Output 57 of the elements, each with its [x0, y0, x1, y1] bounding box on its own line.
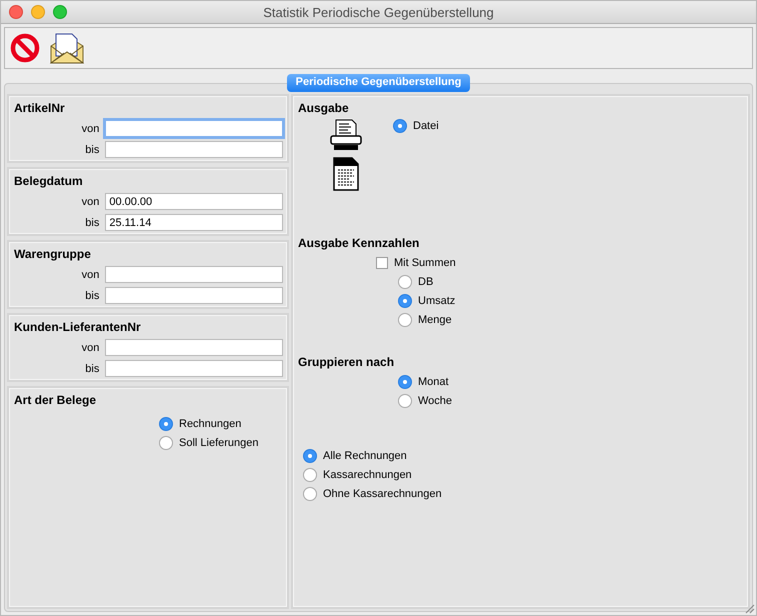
prohibited-icon[interactable]	[10, 33, 40, 63]
option-label: Soll Lieferungen	[179, 436, 259, 448]
window-title: Statistik Periodische Gegenüberstellung	[263, 4, 494, 20]
option-label: Rechnungen	[179, 418, 242, 430]
input-field[interactable]	[105, 120, 283, 137]
group-title: ArtikelNr	[14, 100, 66, 117]
section-title: Ausgabe	[298, 100, 350, 117]
field-label: von	[80, 268, 100, 280]
field-label: von	[80, 342, 100, 354]
section-title: Ausgabe Kennzahlen	[298, 235, 420, 252]
group-title: Art der Belege	[14, 392, 98, 409]
option-label: Kassarechnungen	[323, 468, 412, 480]
printer-icon[interactable]	[330, 119, 362, 151]
input-field[interactable]	[105, 141, 283, 158]
zoom-icon[interactable]	[53, 5, 67, 19]
group-title: Warengruppe	[14, 246, 92, 263]
resize-grip-icon[interactable]	[743, 602, 755, 614]
document-icon[interactable]	[332, 157, 358, 191]
input-field[interactable]: 00.00.00	[105, 193, 283, 210]
option-label: Menge	[418, 314, 452, 326]
field-label: bis	[84, 362, 100, 374]
radio-button[interactable]	[303, 486, 317, 500]
option-label: Woche	[418, 394, 452, 406]
close-icon[interactable]	[9, 5, 23, 19]
group-title: Kunden-LieferantenNr	[14, 319, 142, 336]
option-label: Ohne Kassarechnungen	[323, 488, 442, 500]
radio-button[interactable]	[398, 312, 412, 326]
option-label: Umsatz	[418, 294, 456, 306]
radio-button[interactable]	[398, 394, 412, 408]
option-label: Alle Rechnungen	[323, 450, 407, 462]
radio-button[interactable]	[398, 374, 412, 388]
input-field[interactable]	[105, 360, 283, 377]
input-field[interactable]	[105, 287, 283, 304]
option-label: Monat	[418, 376, 449, 388]
input-field[interactable]	[105, 266, 283, 283]
minimize-icon[interactable]	[31, 5, 45, 19]
field-label: bis	[84, 290, 100, 302]
section-title: Gruppieren nach	[298, 354, 396, 371]
radio-button[interactable]	[159, 416, 173, 430]
checkbox[interactable]	[376, 256, 388, 268]
option-label: Mit Summen	[394, 256, 456, 268]
option-label: DB	[418, 276, 434, 288]
field-label: bis	[84, 144, 100, 156]
envelope-document-icon[interactable]	[50, 32, 84, 64]
option-label: Datei	[413, 120, 439, 132]
radio-button[interactable]	[398, 274, 412, 288]
input-field[interactable]: 25.11.14	[105, 214, 283, 231]
input-field[interactable]	[105, 339, 283, 356]
radio-button[interactable]	[303, 448, 317, 462]
radio-button[interactable]	[303, 468, 317, 482]
group-title: Belegdatum	[14, 173, 84, 190]
radio-button[interactable]	[159, 436, 173, 450]
field-label: bis	[84, 216, 100, 228]
radio-button[interactable]	[393, 118, 407, 132]
field-label: von	[80, 122, 100, 134]
radio-button[interactable]	[398, 294, 412, 308]
field-label: von	[80, 196, 100, 208]
